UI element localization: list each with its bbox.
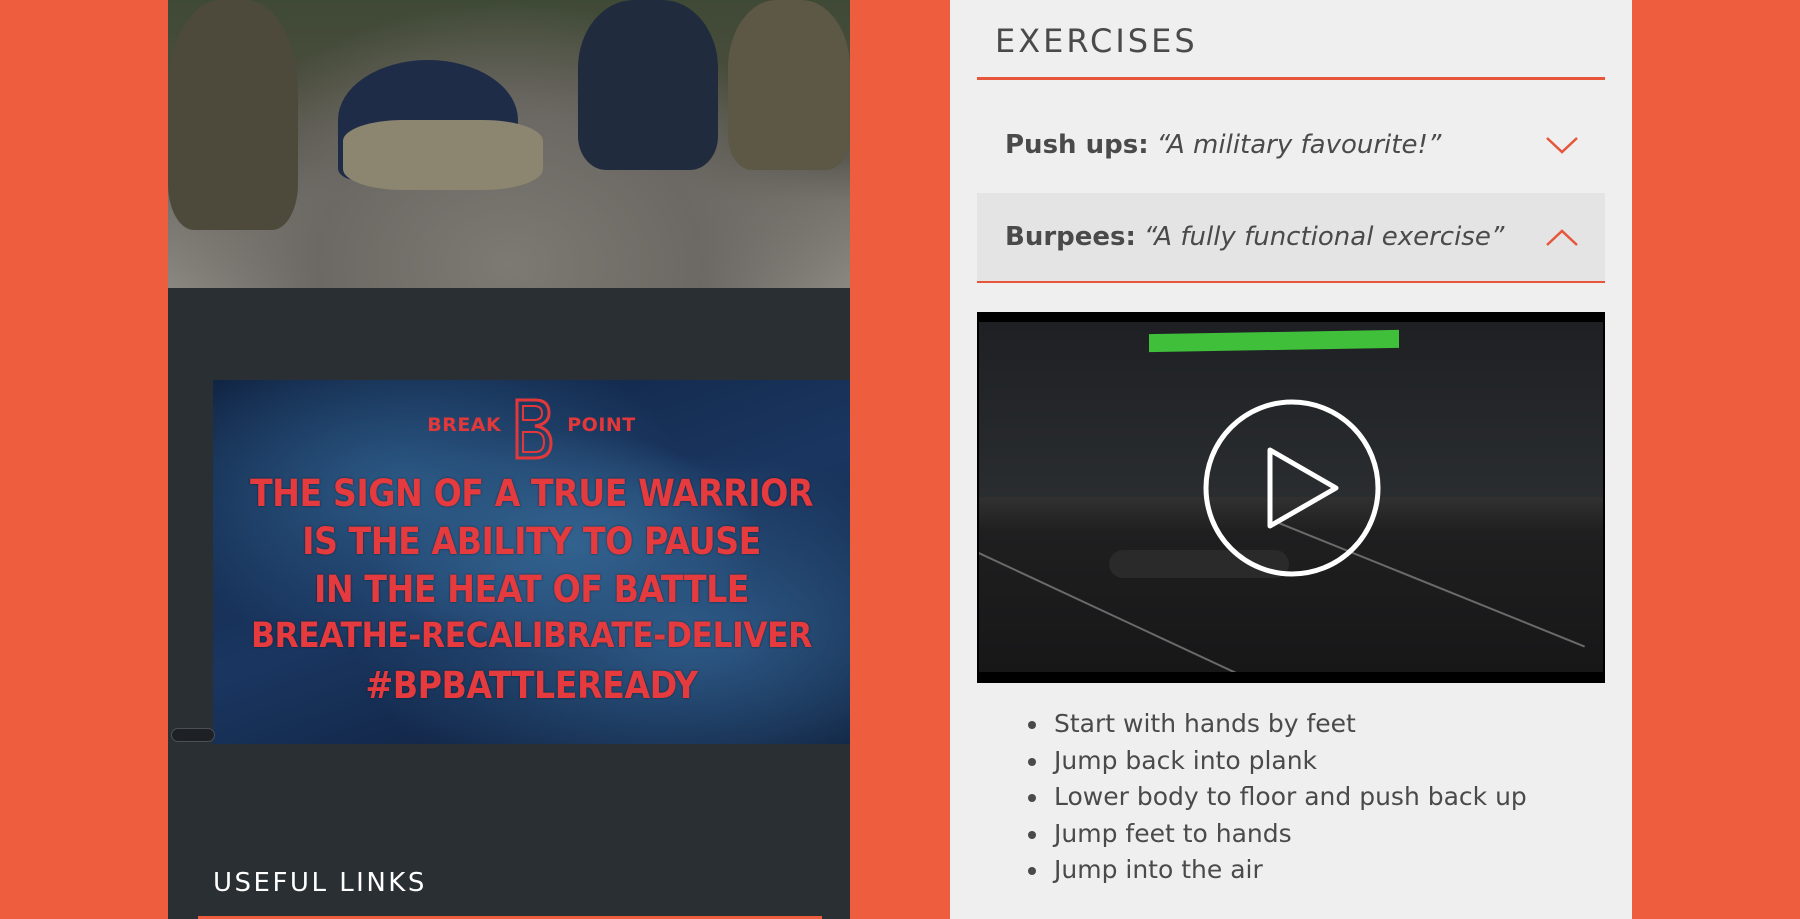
brand-right-text: POINT xyxy=(567,414,636,436)
list-item: Jump back into plank xyxy=(1050,743,1527,780)
carousel-indicator[interactable] xyxy=(171,728,215,742)
accordion-item-burpees[interactable]: Burpees: “A fully functional exercise” xyxy=(977,193,1605,283)
poster-line: BREATHE-RECALIBRATE-DELIVER xyxy=(251,616,812,656)
left-column: BREAK POINT THE SIGN OF A TRUE WARRIOR I… xyxy=(168,0,850,919)
exercises-divider xyxy=(977,77,1605,80)
useful-links-heading: USEFUL LINKS xyxy=(213,868,427,898)
poster-brand: BREAK POINT xyxy=(213,398,850,460)
list-item: Lower body to floor and push back up xyxy=(1050,779,1527,816)
exercise-name: Burpees: xyxy=(1005,222,1136,252)
exercise-name: Push ups: xyxy=(1005,130,1149,160)
quote-poster: BREAK POINT THE SIGN OF A TRUE WARRIOR I… xyxy=(213,380,850,744)
list-item: Start with hands by feet xyxy=(1050,706,1527,743)
exercise-quote: “A military favourite!” xyxy=(1156,130,1442,160)
chevron-down-icon[interactable] xyxy=(1545,132,1579,156)
exercises-panel: EXERCISES Push ups: “A military favourit… xyxy=(950,0,1632,919)
poster-hashtag: #BPBATTLEREADY xyxy=(365,664,698,707)
poster-line: IN THE HEAT OF BATTLE xyxy=(313,568,750,611)
hero-photo xyxy=(168,0,850,288)
burpees-video-player[interactable] xyxy=(977,312,1605,683)
exercises-heading: EXERCISES xyxy=(995,22,1198,60)
breakpoint-logo-icon xyxy=(515,398,553,460)
list-item: Jump into the air xyxy=(1050,852,1527,889)
poster-line: THE SIGN OF A TRUE WARRIOR xyxy=(249,472,814,515)
accordion-item-push-ups[interactable]: Push ups: “A military favourite!” xyxy=(977,100,1605,190)
play-icon[interactable] xyxy=(1202,398,1382,578)
exercise-quote: “A fully functional exercise” xyxy=(1143,222,1505,252)
list-item: Jump feet to hands xyxy=(1050,816,1527,853)
poster-line: IS THE ABILITY TO PAUSE xyxy=(302,520,761,563)
brand-left-text: BREAK xyxy=(427,414,502,436)
chevron-up-icon[interactable] xyxy=(1545,225,1579,249)
burpee-steps-list: Start with hands by feet Jump back into … xyxy=(1025,706,1527,889)
